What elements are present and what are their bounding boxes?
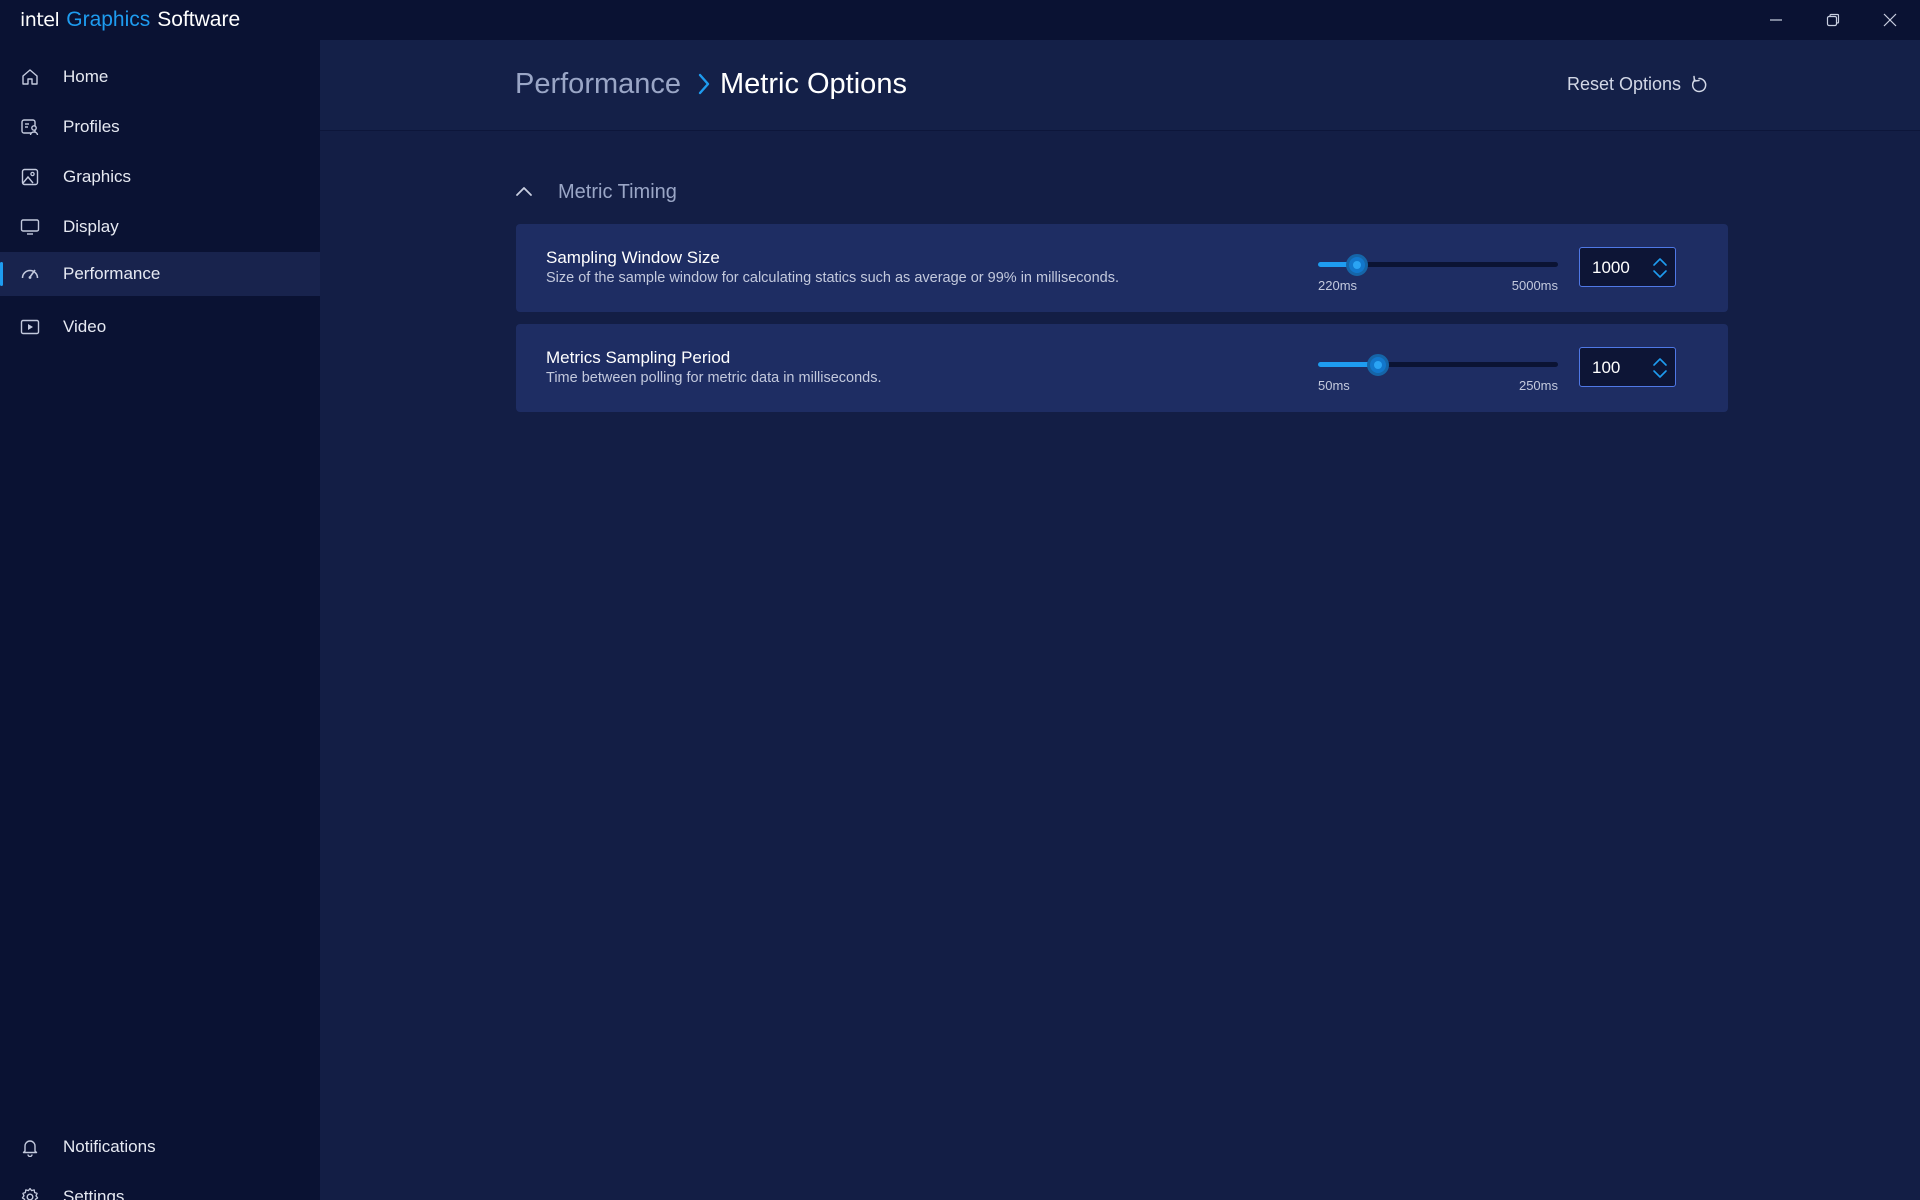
title-bar: intel Graphics Software [0,0,1920,40]
minimize-button[interactable] [1748,0,1804,40]
video-icon [20,319,40,335]
sidebar-item-video[interactable]: Video [0,305,320,349]
sampling-period-slider[interactable] [1318,354,1558,376]
sidebar-item-label: Notifications [63,1137,156,1156]
restore-button[interactable] [1805,0,1861,40]
sidebar: Home Profiles Graphics Display Performan… [0,40,320,1200]
reset-options-button[interactable]: Reset Options [1567,74,1709,95]
setting-card-sampling-period: Metrics Sampling Period Time between pol… [516,324,1728,412]
slider-min-label: 220ms [1318,278,1358,293]
input-value: 1000 [1592,258,1630,277]
page-title: Metric Options [720,68,907,100]
sampling-window-slider[interactable] [1318,254,1558,276]
sidebar-item-profiles[interactable]: Profiles [0,105,320,149]
sidebar-item-home[interactable]: Home [0,55,320,99]
slider-max-label: 5000ms [1511,278,1558,293]
home-icon [22,69,38,85]
breadcrumb-parent[interactable]: Performance [515,68,681,101]
sidebar-item-label: Settings [63,1187,125,1200]
sidebar-item-settings[interactable]: Settings [0,1175,320,1200]
graphics-icon [21,168,39,186]
brand-intel: intel [20,9,60,31]
main-content: Performance Metric Options Reset Options… [320,40,1920,1200]
sidebar-item-notifications[interactable]: Notifications [0,1125,320,1169]
sidebar-item-label: Graphics [63,167,132,186]
setting-description: Time between polling for metric data in … [546,370,882,386]
sidebar-item-label: Home [63,67,109,86]
setting-description: Size of the sample window for calculatin… [546,270,1120,286]
sidebar-item-performance[interactable]: Performance [0,252,320,296]
restore-icon [1826,13,1840,27]
close-icon [1883,13,1897,27]
setting-title: Metrics Sampling Period [546,348,731,367]
slider-min-label: 50ms [1318,378,1350,393]
sidebar-item-display[interactable]: Display [0,205,320,249]
minimize-icon [1770,19,1782,21]
close-button[interactable] [1862,0,1918,40]
slider-thumb[interactable] [1346,254,1368,276]
bell-icon [22,1140,38,1157]
app-logo: intel Graphics Software [20,8,240,32]
setting-title: Sampling Window Size [546,248,720,267]
sampling-window-input[interactable]: 1000 [1579,247,1676,287]
input-value: 100 [1592,358,1621,377]
sidebar-item-label: Profiles [63,117,120,136]
profiles-icon [21,119,39,136]
section-title: Metric Timing [558,181,677,203]
chevron-right-icon [698,73,710,95]
active-indicator [0,262,3,286]
sidebar-item-label: Video [63,317,107,336]
sidebar-item-label: Performance [63,264,161,283]
spinner-arrows-icon[interactable] [1652,256,1668,280]
page-header: Performance Metric Options Reset Options [320,40,1920,131]
sampling-period-input[interactable]: 100 [1579,347,1676,387]
slider-max-label: 250ms [1518,378,1558,393]
sidebar-item-graphics[interactable]: Graphics [0,155,320,199]
slider-thumb[interactable] [1367,354,1389,376]
spinner-arrows-icon[interactable] [1652,356,1668,380]
gear-icon [21,1187,39,1200]
section-collapse-toggle[interactable] [515,183,533,201]
setting-card-sampling-window: Sampling Window Size Size of the sample … [516,224,1728,312]
chevron-up-icon [516,187,532,196]
reset-icon [1691,75,1707,92]
sidebar-item-label: Display [63,217,119,236]
reset-options-label: Reset Options [1567,74,1682,94]
brand-software: Software [157,8,241,31]
brand-graphics: Graphics [66,8,151,31]
display-icon [20,219,40,235]
performance-icon [21,269,39,279]
